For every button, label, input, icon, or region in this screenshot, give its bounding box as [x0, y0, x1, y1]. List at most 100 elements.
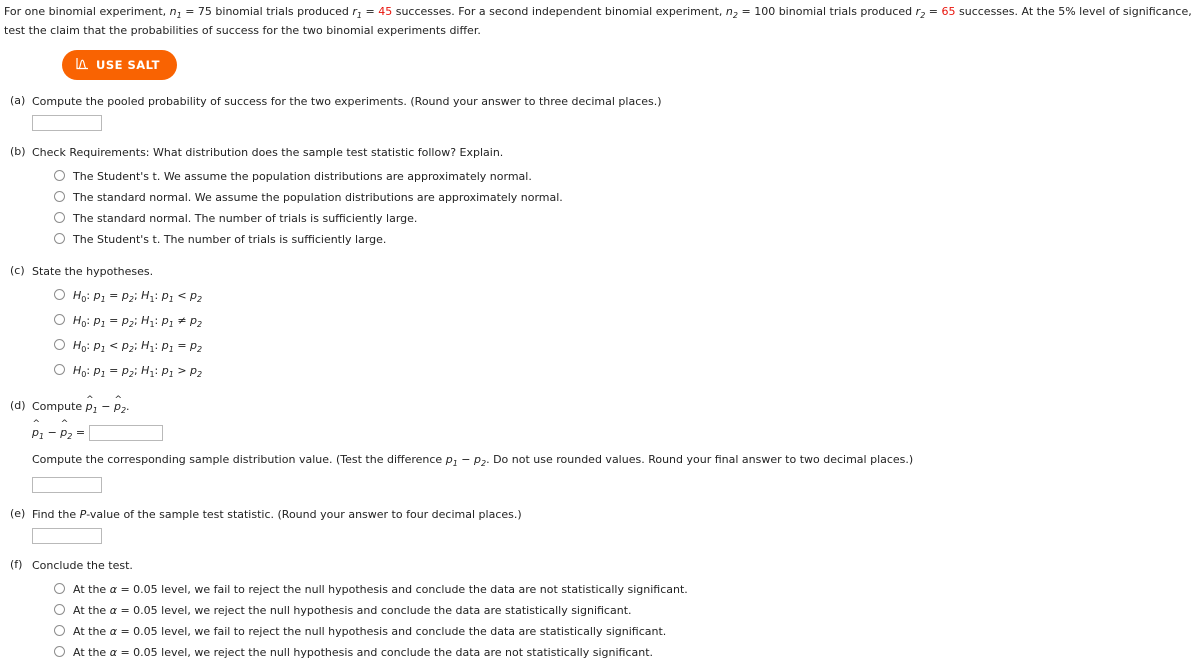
part-c-option-2-label[interactable]: H0: p1 = p2; H1: p1 ≠ p2: [73, 314, 202, 332]
part-b-option-4[interactable]: The Student's t. The number of trials is…: [54, 229, 1200, 250]
part-f-option-2-label[interactable]: At the α = 0.05 level, we reject the nul…: [73, 604, 632, 618]
radio-button-icon[interactable]: [54, 583, 65, 594]
part-f-letter: (f): [10, 558, 23, 571]
salt-button-container: USE SALT: [62, 50, 1200, 80]
part-a-answer-input[interactable]: [32, 115, 102, 131]
part-b-option-2[interactable]: The standard normal. We assume the popul…: [54, 187, 1200, 208]
n2-symbol: n: [725, 5, 733, 18]
alpha-symbol: α: [109, 625, 117, 638]
part-c-option-1-h0-operator: =: [109, 289, 119, 302]
r1-equation: =: [362, 5, 379, 18]
part-f-option-1[interactable]: At the α = 0.05 level, we fail to reject…: [54, 579, 1200, 600]
part-c: (c) State the hypotheses. H0: p1 = p2; H…: [0, 264, 1200, 385]
n2-equation: = 100 binomial trials produced: [738, 5, 916, 18]
part-f: (f) Conclude the test. At the α = 0.05 l…: [0, 558, 1200, 663]
radio-button-icon[interactable]: [54, 191, 65, 202]
part-b-letter: (b): [10, 145, 26, 158]
part-c-option-1-label[interactable]: H0: p1 = p2; H1: p1 < p2: [73, 289, 202, 307]
part-f-option-2-text: = 0.05 level, we reject the null hypothe…: [120, 604, 632, 617]
part-b-option-3-label[interactable]: The standard normal. The number of trial…: [73, 212, 417, 226]
r1-value: 45: [378, 5, 393, 18]
part-f-option-1-label[interactable]: At the α = 0.05 level, we fail to reject…: [73, 583, 688, 597]
part-f-option-4-prefix: At the: [73, 646, 110, 659]
part-c-option-2-h1-operator: ≠: [177, 314, 187, 327]
problem-statement: For one binomial experiment, n1 = 75 bin…: [0, 0, 1200, 38]
part-d-letter: (d): [10, 399, 26, 412]
part-e: (e) Find the P-value of the sample test …: [0, 507, 1200, 544]
part-f-option-4-label[interactable]: At the α = 0.05 level, we reject the nul…: [73, 646, 653, 660]
part-c-option-1-h1-operator: <: [177, 289, 187, 302]
part-c-option-4-label[interactable]: H0: p1 = p2; H1: p1 > p2: [73, 364, 202, 382]
part-f-option-3-text: = 0.05 level, we fail to reject the null…: [120, 625, 667, 638]
alpha-symbol: α: [109, 646, 117, 659]
use-salt-label: USE SALT: [96, 58, 160, 72]
part-d-question: Compute p1 − p2.: [32, 393, 1200, 418]
part-c-option-3-label[interactable]: H0: p1 < p2; H1: p1 = p2: [73, 339, 202, 357]
part-f-option-1-prefix: At the: [73, 583, 110, 596]
part-c-option-3[interactable]: H0: p1 < p2; H1: p1 = p2: [54, 335, 1200, 360]
part-f-option-2-prefix: At the: [73, 604, 110, 617]
part-b-options: The Student's t. We assume the populatio…: [32, 166, 1200, 250]
part-f-option-3[interactable]: At the α = 0.05 level, we fail to reject…: [54, 621, 1200, 642]
n1-symbol: n: [169, 5, 177, 18]
radio-button-icon[interactable]: [54, 314, 65, 325]
part-c-option-4-h0-operator: =: [109, 364, 119, 377]
part-b-question: Check Requirements: What distribution do…: [32, 146, 504, 159]
part-c-option-2-h0-operator: =: [109, 314, 119, 327]
part-d-difference-math: p1 − p2: [445, 453, 487, 468]
part-c-letter: (c): [10, 264, 25, 277]
part-e-letter: (e): [10, 507, 26, 520]
problem-text-1: For one binomial experiment,: [4, 5, 170, 18]
part-f-option-4-text: = 0.05 level, we reject the null hypothe…: [120, 646, 654, 659]
part-f-question: Conclude the test.: [32, 559, 133, 572]
part-b-option-3[interactable]: The standard normal. The number of trial…: [54, 208, 1200, 229]
radio-button-icon[interactable]: [54, 233, 65, 244]
r2-value: 65: [941, 5, 956, 18]
part-d-answer-input-2[interactable]: [32, 477, 102, 493]
part-f-option-3-label[interactable]: At the α = 0.05 level, we fail to reject…: [73, 625, 666, 639]
part-e-question-prefix: Find the: [32, 508, 80, 521]
r2-equation: =: [925, 5, 942, 18]
n1-equation: = 75 binomial trials produced: [181, 5, 353, 18]
part-c-option-2[interactable]: H0: p1 = p2; H1: p1 ≠ p2: [54, 310, 1200, 335]
part-a-question: Compute the pooled probability of succes…: [32, 95, 662, 108]
part-e-question-suffix: -value of the sample test statistic. (Ro…: [86, 508, 522, 521]
part-c-option-4[interactable]: H0: p1 = p2; H1: p1 > p2: [54, 360, 1200, 385]
radio-button-icon[interactable]: [54, 604, 65, 615]
part-d-question-prefix: Compute: [32, 400, 86, 413]
part-f-option-4[interactable]: At the α = 0.05 level, we reject the nul…: [54, 642, 1200, 663]
problem-text-2: successes. For a second independent bino…: [392, 5, 726, 18]
part-d: (d) Compute p1 − p2. p1 − p2 = Compute t…: [0, 393, 1200, 493]
alpha-symbol: α: [109, 583, 117, 596]
use-salt-button[interactable]: USE SALT: [62, 50, 177, 80]
part-c-option-4-h1-operator: >: [177, 364, 187, 377]
part-f-options: At the α = 0.05 level, we fail to reject…: [32, 579, 1200, 663]
part-b: (b) Check Requirements: What distributio…: [0, 145, 1200, 250]
radio-button-icon[interactable]: [54, 289, 65, 300]
radio-button-icon[interactable]: [54, 364, 65, 375]
radio-button-icon[interactable]: [54, 212, 65, 223]
part-a: (a) Compute the pooled probability of su…: [0, 94, 1200, 131]
part-d-answer-input-1[interactable]: [89, 425, 164, 441]
part-c-option-1[interactable]: H0: p1 = p2; H1: p1 < p2: [54, 285, 1200, 310]
part-b-option-2-label[interactable]: The standard normal. We assume the popul…: [73, 191, 563, 205]
part-c-option-3-h0-operator: <: [109, 339, 119, 352]
part-d-sub-question: Compute the corresponding sample distrib…: [32, 453, 914, 468]
part-d-equation-label: p1 − p2 =: [32, 419, 85, 441]
radio-button-icon[interactable]: [54, 625, 65, 636]
part-d-equation-row: p1 − p2 =: [32, 419, 1200, 441]
radio-button-icon[interactable]: [54, 646, 65, 657]
part-d-question-math: p1 − p2.: [86, 393, 130, 416]
part-b-option-1[interactable]: The Student's t. We assume the populatio…: [54, 166, 1200, 187]
alpha-symbol: α: [109, 604, 117, 617]
part-f-option-3-prefix: At the: [73, 625, 110, 638]
radio-button-icon[interactable]: [54, 170, 65, 181]
part-c-option-3-h1-operator: =: [177, 339, 187, 352]
radio-button-icon[interactable]: [54, 339, 65, 350]
part-e-question: Find the P-value of the sample test stat…: [32, 507, 1200, 522]
part-e-answer-input[interactable]: [32, 528, 102, 544]
part-b-option-4-label[interactable]: The Student's t. The number of trials is…: [73, 233, 386, 247]
part-f-option-2[interactable]: At the α = 0.05 level, we reject the nul…: [54, 600, 1200, 621]
part-b-option-1-label[interactable]: The Student's t. We assume the populatio…: [73, 170, 532, 184]
part-c-question: State the hypotheses.: [32, 265, 154, 278]
